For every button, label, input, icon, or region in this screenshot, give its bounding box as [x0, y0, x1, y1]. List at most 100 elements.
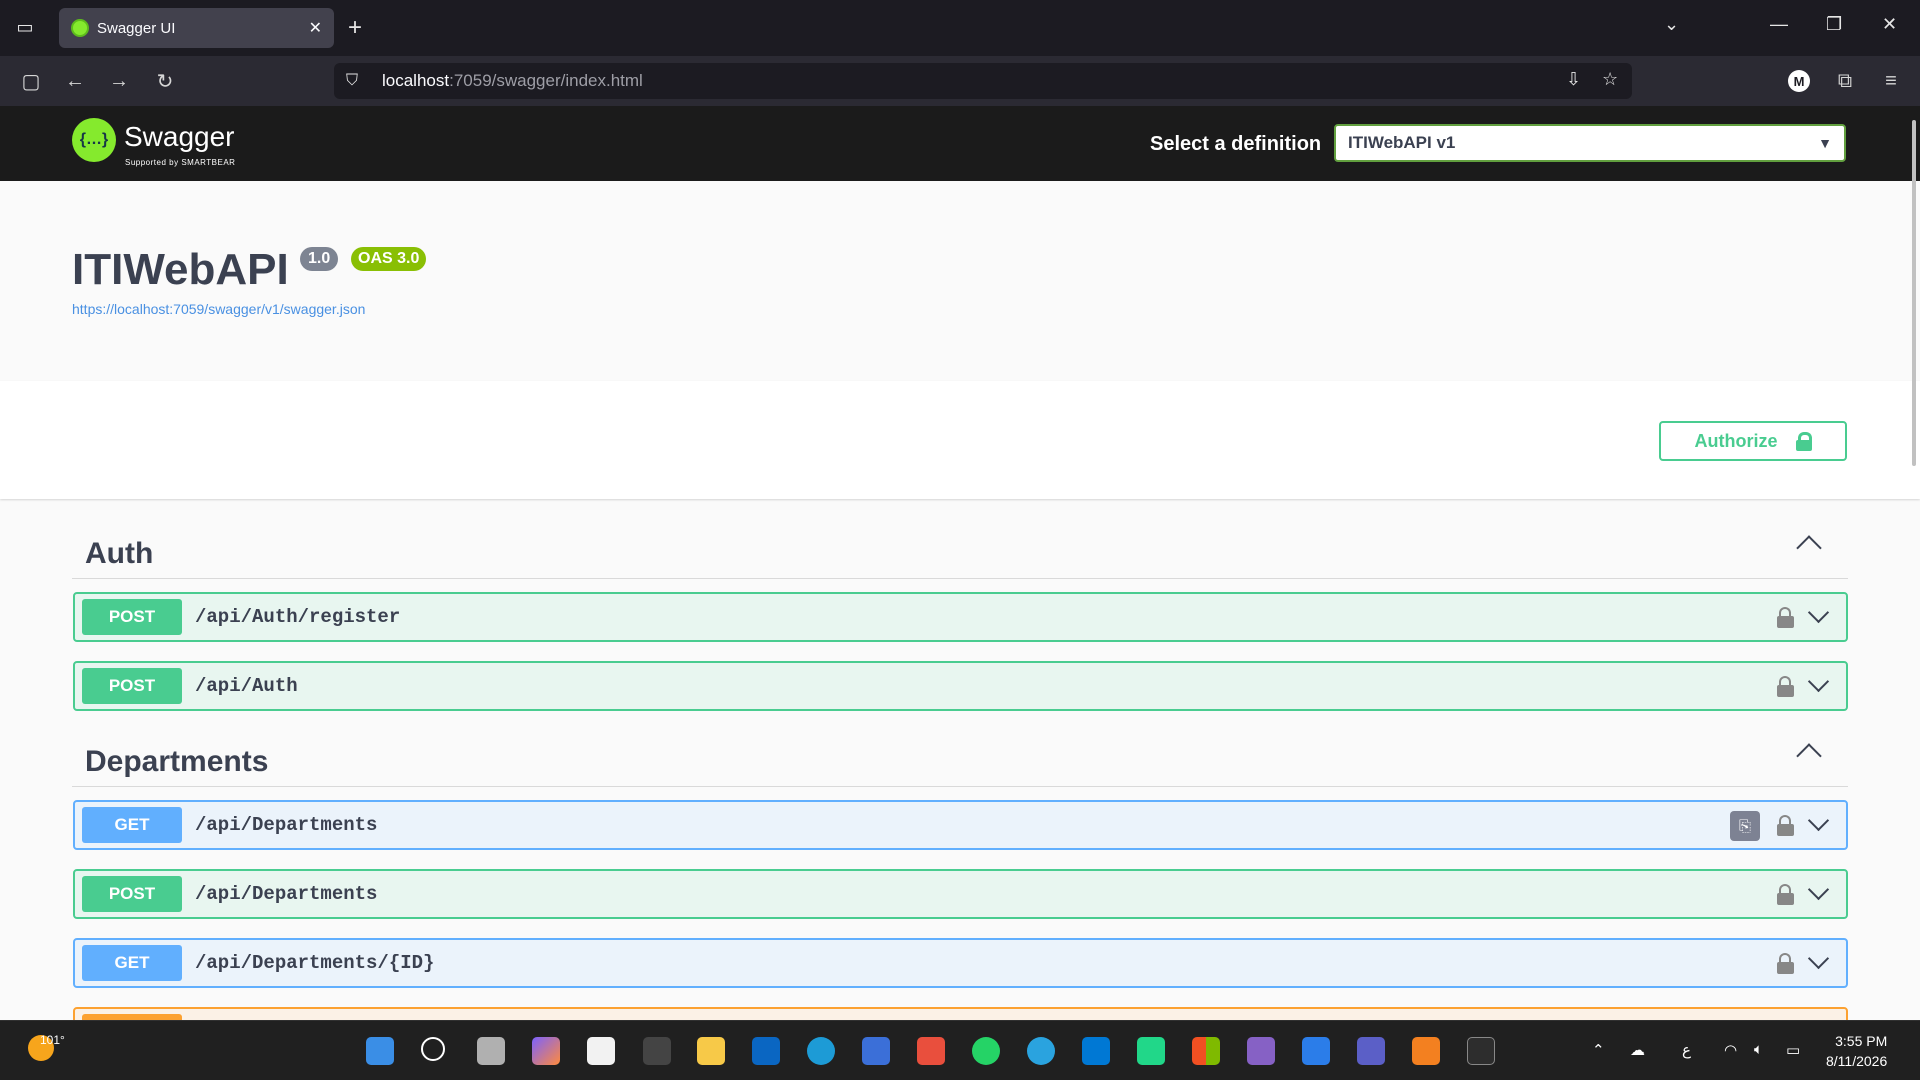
menu-hamburger-icon[interactable]: ≡ [1876, 66, 1906, 96]
chevron-down-icon[interactable] [1807, 809, 1830, 832]
terminal-icon[interactable] [1467, 1037, 1495, 1065]
lock-icon[interactable] [1776, 607, 1794, 629]
chevron-up-icon[interactable] [1796, 743, 1822, 769]
browser-nav-bar: ▢ ← → ↻ ⛉ localhost:7059/swagger/index.h… [0, 56, 1920, 106]
method-badge: POST [82, 668, 182, 704]
whatsapp-icon[interactable] [972, 1037, 1000, 1065]
clock-date: 8/11/2026 [1826, 1053, 1888, 1069]
tray-chevron-up-icon[interactable]: ⌃ [1592, 1041, 1605, 1059]
operation-post-auth[interactable]: POST /api/Auth [73, 661, 1848, 711]
api-info-section: ITIWebAPI 1.0 OAS 3.0 https://localhost:… [0, 181, 1920, 381]
swagger-logo-text: Swagger [124, 121, 235, 152]
tab-title: Swagger UI [97, 19, 176, 37]
tab-list-icon[interactable]: ▭ [12, 14, 38, 40]
app-icon[interactable] [1412, 1037, 1440, 1065]
sidebar-toggle-icon[interactable]: ▢ [16, 66, 46, 96]
edge-icon[interactable] [807, 1037, 835, 1065]
telegram-icon[interactable] [1027, 1037, 1055, 1065]
scheme-container: Authorize [0, 381, 1920, 499]
url-bar[interactable]: ⛉ localhost:7059/swagger/index.html ⇩ ☆ [334, 63, 1632, 99]
clock-time: 3:55 PM [1835, 1033, 1888, 1049]
lock-icon[interactable] [1776, 953, 1794, 975]
method-badge: POST [82, 599, 182, 635]
definition-select-value: ITIWebAPI v1 [1348, 133, 1456, 152]
app-icon[interactable] [1302, 1037, 1330, 1065]
authorize-button[interactable]: Authorize [1659, 421, 1847, 461]
method-badge: GET [82, 945, 182, 981]
back-arrow-icon[interactable]: ← [60, 66, 90, 96]
teams-icon[interactable] [1357, 1037, 1385, 1065]
lock-icon[interactable] [1776, 815, 1794, 837]
restore-icon[interactable]: ❐ [1826, 14, 1842, 35]
authorize-label: Authorize [1694, 430, 1778, 451]
operation-get-departments[interactable]: GET /api/Departments ⎘ [73, 800, 1848, 850]
copilot-icon[interactable] [532, 1037, 560, 1065]
definition-select[interactable]: ITIWebAPI v1 ▼ [1334, 124, 1846, 162]
browser-tab-swagger[interactable]: Swagger UI ✕ [59, 8, 334, 48]
operation-path: /api/Auth/register [195, 606, 401, 628]
lock-icon[interactable] [1776, 676, 1794, 698]
battery-icon[interactable]: ▭ [1786, 1041, 1800, 1059]
chevron-down-icon[interactable] [1807, 670, 1830, 693]
version-badge: 1.0 [300, 247, 339, 271]
operation-post-departments[interactable]: POST /api/Departments [73, 869, 1848, 919]
store-icon[interactable] [587, 1037, 615, 1065]
reload-icon[interactable]: ↻ [150, 66, 180, 96]
pycharm-icon[interactable] [1137, 1037, 1165, 1065]
definition-label: Select a definition [1150, 133, 1322, 155]
operation-partial[interactable] [73, 1007, 1848, 1020]
windows-taskbar: 101° ⌃ ☁ ع ◠ 🔈︎ ▭ 3:55 PM 8/11/2026 [0, 1020, 1920, 1080]
tab-dropdown-chevron-icon[interactable]: ⌄ [1664, 14, 1679, 35]
method-badge: GET [82, 807, 182, 843]
notepad-icon[interactable] [643, 1037, 671, 1065]
api-title: ITIWebAPI [72, 245, 289, 294]
tag-header-departments[interactable]: Departments [72, 727, 1848, 787]
task-view-icon[interactable] [477, 1037, 505, 1065]
operation-path: /api/Departments [195, 883, 378, 905]
operation-path: /api/Auth [195, 675, 298, 697]
chevron-down-icon[interactable] [1807, 601, 1830, 624]
account-avatar[interactable]: M [1788, 70, 1810, 92]
taskbar-clock[interactable]: 3:55 PM 8/11/2026 [1826, 1031, 1887, 1071]
app-icon[interactable] [862, 1037, 890, 1065]
volume-icon[interactable]: 🔈︎ [1754, 1041, 1763, 1058]
tag-name: Auth [85, 537, 154, 570]
spec-url-link[interactable]: https://localhost:7059/swagger/v1/swagge… [72, 301, 365, 317]
chevron-down-icon[interactable] [1807, 947, 1830, 970]
close-tab-icon[interactable]: ✕ [309, 18, 322, 38]
close-window-icon[interactable]: ✕ [1882, 14, 1897, 35]
language-indicator[interactable]: ع [1682, 1041, 1691, 1059]
new-tab-plus-icon[interactable]: + [348, 13, 362, 43]
operations-list: Auth POST /api/Auth/register POST /api/A… [0, 499, 1920, 1020]
vscode-icon[interactable] [1082, 1037, 1110, 1065]
app-icon[interactable] [917, 1037, 945, 1065]
office-icon[interactable] [1192, 1037, 1220, 1065]
operation-path: /api/Departments [195, 814, 378, 836]
minimize-icon[interactable]: — [1770, 14, 1788, 35]
install-app-icon[interactable]: ⇩ [1566, 69, 1581, 90]
operation-get-department-by-id[interactable]: GET /api/Departments/{ID} [73, 938, 1848, 988]
onedrive-cloud-icon[interactable]: ☁ [1630, 1041, 1645, 1059]
chevron-up-icon[interactable] [1796, 535, 1822, 561]
wifi-icon[interactable]: ◠ [1724, 1041, 1737, 1059]
bookmark-star-icon[interactable]: ☆ [1602, 69, 1618, 90]
linkedin-icon[interactable] [752, 1037, 780, 1065]
operation-path: /api/Departments/{ID} [195, 952, 435, 974]
file-explorer-icon[interactable] [697, 1037, 725, 1065]
operation-post-auth-register[interactable]: POST /api/Auth/register [73, 592, 1848, 642]
lock-icon[interactable] [1776, 884, 1794, 906]
tag-header-auth[interactable]: Auth [72, 519, 1848, 579]
browser-tab-bar: ▭ Swagger UI ✕ + ⌄ — ❐ ✕ [0, 0, 1920, 56]
page-scrollbar[interactable] [1912, 120, 1916, 466]
copy-to-clipboard-icon[interactable]: ⎘ [1730, 811, 1760, 841]
windows-start-icon[interactable] [366, 1037, 394, 1065]
visual-studio-icon[interactable] [1247, 1037, 1275, 1065]
tag-name: Departments [85, 745, 269, 778]
swagger-logo-subtitle: Supported by SMARTBEAR [125, 158, 236, 167]
extensions-puzzle-icon[interactable]: ⧉ [1830, 66, 1860, 96]
search-icon[interactable] [421, 1037, 445, 1061]
chevron-down-icon[interactable] [1807, 878, 1830, 901]
shield-icon[interactable]: ⛉ [346, 72, 368, 90]
swagger-logo-icon[interactable]: {…} [72, 118, 116, 162]
forward-arrow-icon[interactable]: → [104, 66, 134, 96]
